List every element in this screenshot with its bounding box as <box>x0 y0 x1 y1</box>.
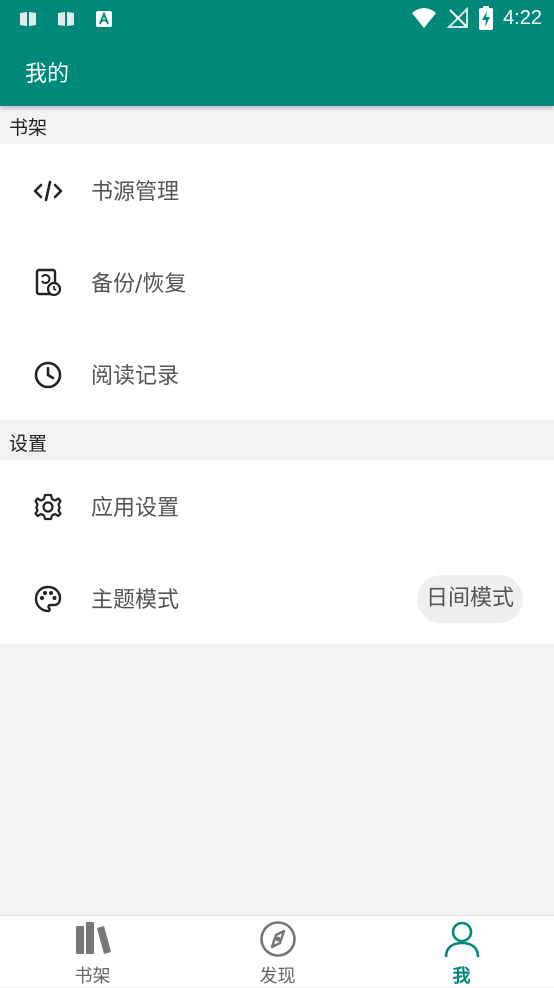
theme-mode-value-chip[interactable]: 日间模式 <box>416 575 523 623</box>
palette-icon <box>33 584 63 614</box>
menu-item-label: 阅读记录 <box>91 364 180 389</box>
menu-item-label: 应用设置 <box>91 496 180 521</box>
code-icon <box>33 176 63 206</box>
person-icon <box>444 921 480 958</box>
menu-item-label: 书源管理 <box>91 180 180 205</box>
bookshelf-icon <box>76 922 111 954</box>
nav-label: 我 <box>452 966 471 987</box>
gear-icon <box>33 492 63 522</box>
nav-label: 发现 <box>259 966 296 987</box>
page-title: 我的 <box>25 62 70 87</box>
nav-tab-bookshelf[interactable]: 书架 <box>0 916 185 987</box>
settings-group: 应用设置 主题模式 日间模式 <box>0 460 554 644</box>
nav-label: 书架 <box>74 966 111 987</box>
book-notification-icon <box>20 12 36 26</box>
menu-item-label: 备份/恢复 <box>91 272 187 297</box>
clock-icon <box>33 360 63 390</box>
section-title: 设置 <box>9 433 48 455</box>
nav-tab-discover[interactable]: 发现 <box>185 916 370 987</box>
text-notification-icon <box>96 11 112 27</box>
notification-icons <box>18 9 114 29</box>
menu-item-label: 主题模式 <box>91 588 180 613</box>
bottom-navigation: 书架 发现 我 <box>0 915 554 987</box>
section-header-bookshelf: 书架 <box>0 106 554 144</box>
no-signal-icon <box>447 7 469 28</box>
section-header-settings: 设置 <box>0 422 554 460</box>
status-time: 4:22 <box>503 6 542 29</box>
menu-item-source-management[interactable]: 书源管理 <box>0 144 554 236</box>
menu-item-reading-history[interactable]: 阅读记录 <box>0 328 554 420</box>
compass-icon <box>260 921 296 957</box>
bookshelf-group: 书源管理 备份/恢复 阅读记录 <box>0 144 554 420</box>
status-bar: 4:22 <box>0 0 554 38</box>
book-notification-icon <box>58 12 74 26</box>
wifi-icon <box>412 8 437 28</box>
menu-item-app-settings[interactable]: 应用设置 <box>0 460 554 552</box>
battery-charging-icon <box>479 6 494 30</box>
menu-item-backup-restore[interactable]: 备份/恢复 <box>0 236 554 328</box>
backup-restore-icon <box>33 268 63 298</box>
nav-tab-me[interactable]: 我 <box>369 916 554 987</box>
section-title: 书架 <box>9 117 48 139</box>
menu-item-theme-mode[interactable]: 主题模式 日间模式 <box>0 552 554 644</box>
app-bar: 我的 <box>0 38 554 106</box>
